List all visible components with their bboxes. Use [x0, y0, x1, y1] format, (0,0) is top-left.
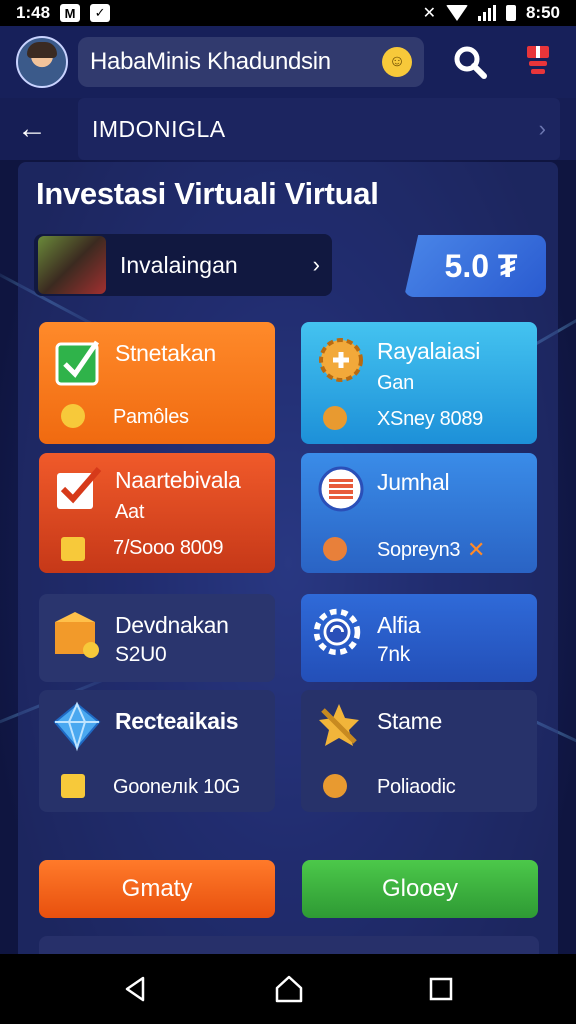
user-box[interactable]: HabaMinis Khadundsin ☺ — [78, 37, 424, 87]
battery-icon — [505, 5, 516, 21]
card-title: Rayalaiasi — [377, 338, 481, 364]
nav-bar: ← IMDONIGLA › — [0, 98, 576, 160]
star-tools-icon — [319, 704, 359, 746]
card-title: Naartebivala — [115, 467, 241, 493]
card-title-line2: Gan — [377, 372, 414, 394]
card-title-line2: 7nk — [377, 643, 410, 666]
investment-row[interactable]: Invalaingan › — [34, 234, 332, 296]
investment-label: Invalaingan — [120, 251, 238, 278]
wifi-icon — [445, 5, 468, 21]
gear-coin-icon — [319, 338, 363, 382]
card-title: Alfia — [377, 612, 421, 638]
diamond-icon — [53, 701, 101, 752]
back-arrow-icon[interactable]: ← — [0, 103, 64, 155]
search-icon[interactable] — [450, 42, 490, 82]
coin-icon — [323, 537, 347, 561]
orange-action-button[interactable]: Gmaty — [39, 860, 275, 918]
status-clock: 8:50 — [525, 3, 560, 22]
chevron-right-icon[interactable]: › — [539, 116, 546, 142]
nav-title-box: IMDONIGLA › — [78, 98, 560, 160]
card-title-line2: Aat — [115, 501, 145, 523]
card-title: Devdnakan — [115, 612, 229, 638]
recents-square-icon[interactable] — [427, 975, 455, 1003]
card-title-line2: S2U0 — [115, 643, 167, 666]
card-title: Stnetakan — [115, 340, 216, 366]
chevron-right-icon: › — [312, 252, 320, 277]
username: HabaMinis Khadundsin — [90, 48, 331, 75]
system-nav-bar — [0, 954, 576, 1024]
smiley-icon: ☺ — [382, 47, 412, 77]
checklist-icon — [57, 467, 102, 509]
card-alfia[interactable]: Alfia 7nk — [301, 594, 537, 682]
card-devdnakan[interactable]: Devdnakan S2U0 — [39, 594, 275, 682]
mute-icon: ✕ — [422, 5, 436, 22]
gift-icon[interactable] — [518, 42, 558, 82]
envelope-icon — [61, 774, 85, 798]
back-triangle-icon[interactable] — [121, 974, 151, 1004]
status-bar: 1:48 M ✓ ✕ 8:50 — [0, 0, 576, 26]
card-stame[interactable]: Stame Poliaodic — [301, 690, 537, 812]
investment-thumbnail — [38, 236, 106, 294]
green-action-button[interactable]: Glooey — [302, 860, 538, 918]
card-stnetakan[interactable]: Stnetakan Pamôles — [39, 322, 275, 444]
card-sub: Poliaodic — [377, 776, 456, 798]
nav-title: IMDONIGLA — [92, 115, 226, 142]
signal-icon — [477, 5, 496, 21]
card-naartebivala[interactable]: Naartebivala Aat 7/Sooo 8009 — [39, 453, 275, 573]
status-time: 1:48 — [16, 3, 51, 22]
card-title: Stame — [377, 708, 442, 734]
card-recteaikais[interactable]: Recteaikais Gooneлık 10G — [39, 690, 275, 812]
close-icon: ✕ — [467, 537, 486, 562]
target-badge-icon — [318, 466, 364, 512]
checkbox-icon — [55, 340, 100, 386]
app-header: HabaMinis Khadundsin ☺ — [0, 26, 576, 98]
card-title: Jumhal — [377, 469, 450, 495]
card-sub: XSney 8089 — [377, 408, 483, 430]
page-title: Investasi Virtuali Virtual — [36, 176, 379, 211]
notification-icon: M — [60, 4, 81, 22]
coin-icon — [323, 406, 347, 430]
home-icon[interactable] — [273, 974, 305, 1004]
card-sub: 7/Sooo 8009 — [113, 537, 224, 559]
check-notification-icon: ✓ — [90, 4, 111, 22]
card-sub: Gooneлık 10G — [113, 776, 241, 798]
balance-badge[interactable]: 5.0 ₮ — [404, 235, 546, 297]
box-package-icon — [55, 612, 99, 658]
avatar[interactable] — [16, 36, 68, 88]
card-sub: Pamôles — [113, 406, 189, 428]
bar-chart-icon — [61, 537, 85, 561]
card-title: Recteaikais — [115, 708, 239, 734]
card-jumhal[interactable]: Jumhal Sopreyn3 ✕ — [301, 453, 537, 573]
coin-icon — [61, 404, 85, 428]
card-sub: Sopreyn3 — [377, 539, 461, 561]
card-rayalaiasi[interactable]: Rayalaiasi Gan XSney 8089 — [301, 322, 537, 444]
settings-gear-icon — [313, 608, 361, 656]
coin-icon — [323, 774, 347, 798]
